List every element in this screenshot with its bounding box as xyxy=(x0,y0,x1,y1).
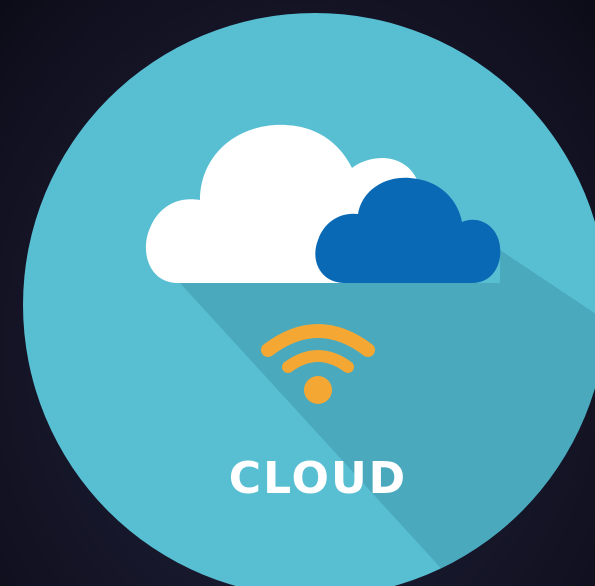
cloud-badge-graphic: CLOUD xyxy=(23,13,595,586)
cloud-badge: CLOUD xyxy=(0,0,595,586)
cloud-label: CLOUD xyxy=(229,453,407,504)
